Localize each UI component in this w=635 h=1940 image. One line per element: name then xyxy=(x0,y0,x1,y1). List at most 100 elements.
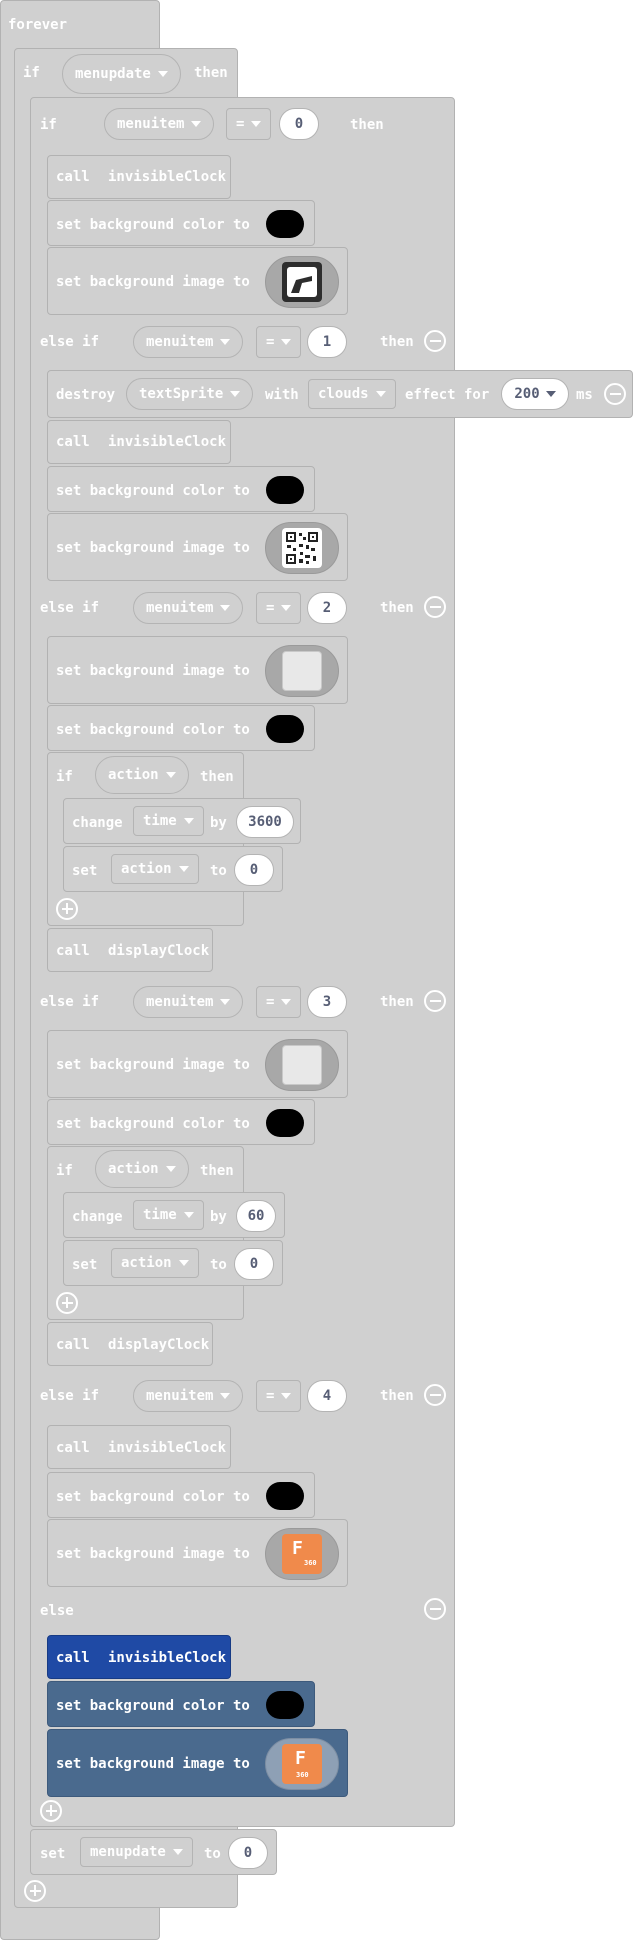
time-dropdown[interactable]: time xyxy=(133,1200,204,1230)
time-label: time xyxy=(143,1207,177,1223)
image-picker[interactable] xyxy=(265,256,339,308)
plus-circle-icon[interactable] xyxy=(40,1800,62,1822)
menuitem-dropdown[interactable]: menuitem xyxy=(133,1380,244,1412)
value-input[interactable]: 2 xyxy=(307,592,347,624)
to-label: to xyxy=(210,1257,227,1273)
image-picker[interactable] xyxy=(265,1039,339,1091)
menuitem-dropdown[interactable]: menuitem xyxy=(133,326,244,358)
if-label: if xyxy=(56,1163,73,1179)
set-bg-color-label: set background color to xyxy=(56,1489,250,1505)
minus-circle-icon[interactable] xyxy=(424,330,446,352)
value-input[interactable]: 0 xyxy=(228,1837,268,1869)
color-swatch[interactable] xyxy=(266,715,304,743)
duration-value: 200 xyxy=(514,386,540,402)
value-input[interactable]: 0 xyxy=(234,854,274,886)
color-swatch[interactable] xyxy=(266,1109,304,1137)
set-bg-image-label: set background image to xyxy=(56,1546,250,1562)
else-if-label: else if xyxy=(40,600,100,616)
minus-circle-icon[interactable] xyxy=(424,1598,446,1620)
color-swatch[interactable] xyxy=(266,1691,304,1719)
operator-dropdown[interactable]: = xyxy=(256,986,302,1018)
call-label: call xyxy=(56,943,90,959)
value-input[interactable]: 3600 xyxy=(236,806,294,838)
time-label: time xyxy=(143,813,177,829)
if-label: if xyxy=(40,117,57,133)
action-dropdown[interactable]: action xyxy=(95,1150,189,1188)
minus-circle-icon[interactable] xyxy=(424,990,446,1012)
operator-dropdown[interactable]: = xyxy=(256,326,302,358)
image-letter: F xyxy=(292,1538,303,1559)
image-picker[interactable]: F 360 xyxy=(265,1738,339,1790)
effect-dropdown[interactable]: clouds xyxy=(308,379,396,409)
minus-circle-icon[interactable] xyxy=(424,1384,446,1406)
value-input[interactable]: 0 xyxy=(234,1248,274,1280)
operator-dropdown[interactable]: = xyxy=(256,592,302,624)
menuitem-label: menuitem xyxy=(146,1388,214,1404)
minus-circle-icon[interactable] xyxy=(424,596,446,618)
menupdate-label: menupdate xyxy=(90,1844,166,1860)
dropdown-arrow-icon xyxy=(220,999,231,1005)
color-swatch[interactable] xyxy=(266,476,304,504)
duration-dropdown[interactable]: 200 xyxy=(501,378,569,410)
set-bg-color-label: set background color to xyxy=(56,1116,250,1132)
dropdown-arrow-icon xyxy=(165,772,176,778)
menupdate-dropdown[interactable]: menupdate xyxy=(80,1837,193,1867)
dropdown-arrow-icon xyxy=(178,866,189,872)
minus-circle-icon[interactable] xyxy=(604,383,626,405)
to-label: to xyxy=(210,863,227,879)
color-swatch[interactable] xyxy=(266,1482,304,1510)
menupdate-label: menupdate xyxy=(75,66,151,82)
action-label: action xyxy=(108,767,159,783)
action-dropdown[interactable]: action xyxy=(111,854,199,884)
image-picker[interactable] xyxy=(265,645,339,697)
dropdown-arrow-icon xyxy=(172,1849,183,1855)
dropdown-arrow-icon xyxy=(281,999,292,1005)
color-swatch[interactable] xyxy=(266,210,304,238)
value-input[interactable]: 3 xyxy=(307,986,347,1018)
plus-circle-icon[interactable] xyxy=(24,1880,46,1902)
value-input[interactable]: 60 xyxy=(236,1200,276,1232)
picture-icon xyxy=(282,262,322,302)
menuitem-dropdown[interactable]: menuitem xyxy=(133,986,244,1018)
menuitem-dropdown[interactable]: menuitem xyxy=(104,108,215,140)
function-name: displayClock xyxy=(108,943,210,959)
time-dropdown[interactable]: time xyxy=(133,806,204,836)
then-label: then xyxy=(350,117,384,133)
dropdown-arrow-icon xyxy=(545,391,556,397)
action-dropdown[interactable]: action xyxy=(111,1248,199,1278)
sprite-dropdown[interactable]: textSprite xyxy=(126,378,254,410)
action-label: action xyxy=(121,1255,172,1271)
sprite-label: textSprite xyxy=(139,386,224,402)
call-label: call xyxy=(56,434,90,450)
function-name: invisibleClock xyxy=(108,169,227,185)
dropdown-arrow-icon xyxy=(183,818,194,824)
action-dropdown[interactable]: action xyxy=(95,756,189,794)
operator-dropdown[interactable]: = xyxy=(226,108,272,140)
value-input[interactable]: 0 xyxy=(279,108,319,140)
if-label: if xyxy=(56,769,73,785)
f360-logo-icon: F 360 xyxy=(282,1744,322,1784)
image-picker[interactable] xyxy=(265,522,339,574)
image-letter: F xyxy=(295,1748,306,1769)
menuitem-label: menuitem xyxy=(146,600,214,616)
f360-logo-icon: F 360 xyxy=(282,1534,322,1574)
value-input[interactable]: 1 xyxy=(307,326,347,358)
menuitem-label: menuitem xyxy=(146,994,214,1010)
set-bg-image-label: set background image to xyxy=(56,663,250,679)
plus-circle-icon[interactable] xyxy=(56,1292,78,1314)
value-input[interactable]: 4 xyxy=(307,1380,347,1412)
menuitem-dropdown[interactable]: menuitem xyxy=(133,592,244,624)
by-label: by xyxy=(210,1209,227,1225)
menupdate-dropdown[interactable]: menupdate xyxy=(62,54,181,94)
call-label: call xyxy=(56,1337,90,1353)
if-label: if xyxy=(23,65,40,81)
then-label: then xyxy=(380,994,414,1010)
else-if-label: else if xyxy=(40,1388,100,1404)
image-picker[interactable]: F 360 xyxy=(265,1528,339,1580)
function-name: invisibleClock xyxy=(108,1440,227,1456)
else-if-label: else if xyxy=(40,994,100,1010)
plus-circle-icon[interactable] xyxy=(56,898,78,920)
set-bg-color-label: set background color to xyxy=(56,1698,250,1714)
operator-dropdown[interactable]: = xyxy=(256,1380,302,1412)
set-bg-image-label: set background image to xyxy=(56,1057,250,1073)
